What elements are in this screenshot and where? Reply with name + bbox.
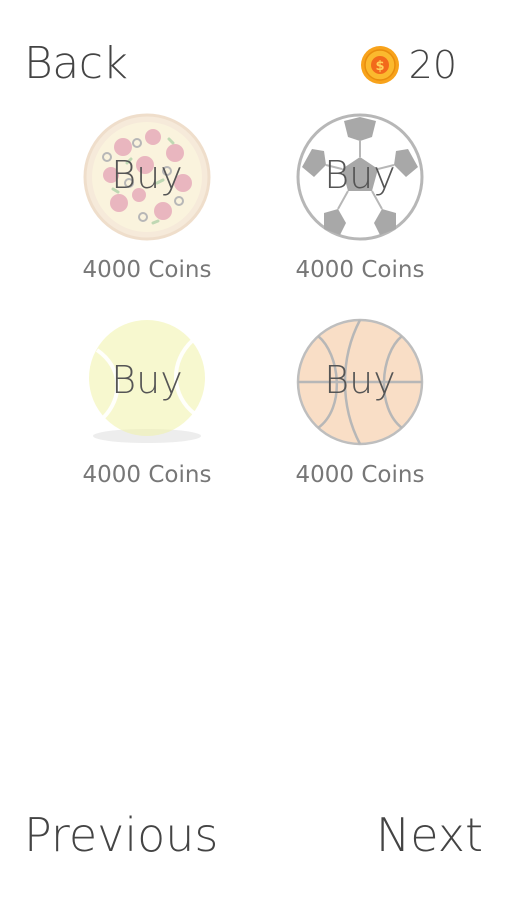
svg-text:$: $ bbox=[375, 59, 384, 74]
back-button[interactable]: Back bbox=[24, 38, 128, 89]
pizza-buy-button[interactable] bbox=[83, 113, 211, 241]
previous-button[interactable]: Previous bbox=[24, 808, 218, 862]
shop-item-basketball: Buy 4000 Coins bbox=[280, 318, 440, 498]
coin-balance: $ 20 bbox=[360, 42, 457, 88]
next-button[interactable]: Next bbox=[376, 808, 483, 862]
tennis-ball-icon bbox=[89, 320, 205, 443]
shop-item-pizza: Buy 4000 Coins bbox=[67, 113, 227, 293]
soccer-ball-icon bbox=[296, 113, 424, 241]
price-label: 4000 Coins bbox=[295, 462, 425, 488]
soccer-ball-buy-button[interactable] bbox=[296, 113, 424, 241]
shop-item-tennis-ball: Buy 4000 Coins bbox=[67, 318, 227, 498]
coin-icon: $ bbox=[360, 46, 399, 84]
tennis-ball-buy-button[interactable] bbox=[83, 318, 211, 446]
shop-item-soccer-ball: Buy 4000 Coins bbox=[280, 113, 440, 293]
basketball-icon bbox=[296, 318, 424, 446]
basketball-buy-button[interactable] bbox=[296, 318, 424, 446]
price-label: 4000 Coins bbox=[82, 257, 212, 283]
coin-count: 20 bbox=[408, 43, 457, 87]
pizza-icon bbox=[83, 113, 211, 241]
price-label: 4000 Coins bbox=[295, 257, 425, 283]
price-label: 4000 Coins bbox=[82, 462, 212, 488]
